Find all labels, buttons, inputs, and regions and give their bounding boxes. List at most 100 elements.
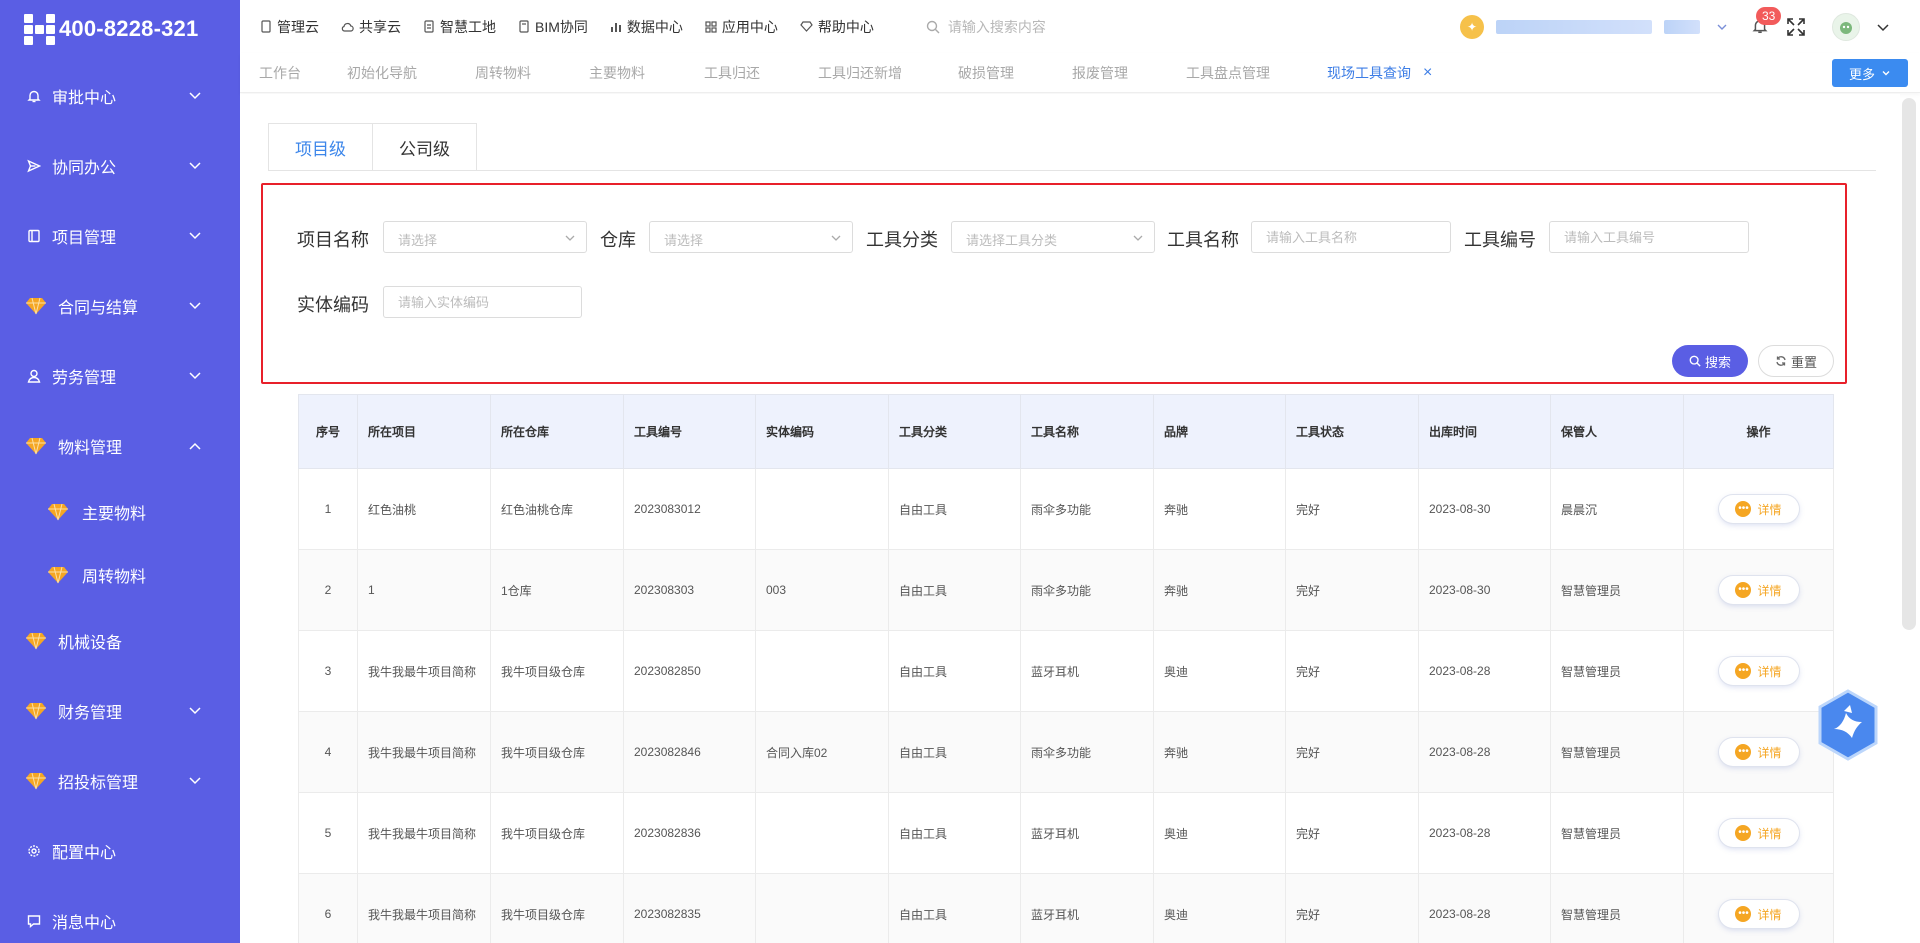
cell-actions: ••• 详情 xyxy=(1683,549,1834,631)
topnav-smart-site[interactable]: 智慧工地 xyxy=(423,17,496,37)
topnav-bim[interactable]: BIM协同 xyxy=(518,17,588,37)
file-icon xyxy=(519,20,529,33)
tool-name-input[interactable] xyxy=(1251,221,1451,253)
detail-button[interactable]: ••• 详情 xyxy=(1718,738,1799,766)
sidebar-item-project[interactable]: 项目管理 xyxy=(0,211,240,261)
entity-code-input[interactable] xyxy=(383,286,582,318)
cell-entity-code: 003 xyxy=(755,549,889,631)
cell-status: 完好 xyxy=(1285,468,1419,550)
chevron-down-icon xyxy=(189,92,201,100)
cell-project: 我牛我最牛项目简称 xyxy=(357,711,491,793)
sidebar-item-messages[interactable]: 消息中心 xyxy=(0,896,240,943)
project-name-select[interactable]: 请选择 xyxy=(383,221,587,253)
close-icon[interactable]: × xyxy=(1423,64,1432,82)
sidebar-item-config[interactable]: 配置中心 xyxy=(0,826,240,876)
logo[interactable]: 400-8228-321 xyxy=(0,0,240,58)
search-input[interactable] xyxy=(947,18,1148,35)
sidebar-item-labor[interactable]: 劳务管理 xyxy=(0,351,240,401)
cell-actions: ••• 详情 xyxy=(1683,873,1834,943)
detail-button[interactable]: ••• 详情 xyxy=(1718,819,1799,847)
tab-damage[interactable]: 破损管理 xyxy=(958,53,1014,93)
tab-tool-inventory[interactable]: 工具盘点管理 xyxy=(1186,53,1270,93)
logo-icon xyxy=(24,13,55,45)
tabs-divider xyxy=(268,170,1876,171)
topnav-data-center[interactable]: 数据中心 xyxy=(610,17,683,37)
tool-code-input[interactable] xyxy=(1549,221,1749,253)
fullscreen-icon[interactable] xyxy=(1786,17,1806,37)
scrollbar[interactable] xyxy=(1902,98,1916,630)
tool-name-label: 工具名称 xyxy=(1167,230,1239,250)
chevron-down-icon[interactable] xyxy=(1876,20,1890,34)
topnav-label: 共享云 xyxy=(359,18,401,35)
detail-button[interactable]: ••• 详情 xyxy=(1718,576,1799,604)
warehouse-select[interactable]: 请选择 xyxy=(649,221,853,253)
topnav-app-center[interactable]: 应用中心 xyxy=(705,17,778,37)
table-row: 4 我牛我最牛项目简称 我牛项目级仓库 2023082846 合同入库02 自由工具 雨伞多… xyxy=(298,711,1834,793)
col-header-tool-code: 工具编号 xyxy=(623,394,756,469)
col-header-keeper: 保管人 xyxy=(1550,394,1684,469)
more-dots-icon: ••• xyxy=(1735,663,1752,679)
cell-brand: 奔驰 xyxy=(1153,711,1286,793)
tab-turnover-materials[interactable]: 周转物料 xyxy=(475,53,531,93)
cloud-icon xyxy=(341,22,354,32)
search-icon xyxy=(1689,355,1701,367)
tab-main-materials[interactable]: 主要物料 xyxy=(589,53,645,93)
search-button[interactable]: 搜索 xyxy=(1672,345,1748,377)
cell-project: 1 xyxy=(357,549,491,631)
gem-icon xyxy=(26,702,46,720)
diamond-icon xyxy=(800,21,813,32)
tab-scrap[interactable]: 报废管理 xyxy=(1072,53,1128,93)
more-button[interactable]: 更多 xyxy=(1832,59,1908,87)
tab-company-level[interactable]: 公司级 xyxy=(373,123,477,171)
detail-button[interactable]: ••• 详情 xyxy=(1718,900,1799,928)
topnav-management-cloud[interactable]: 管理云 xyxy=(260,17,319,37)
reset-button-label: 重置 xyxy=(1790,354,1817,370)
assistant-bird-icon[interactable] xyxy=(1816,689,1880,761)
brand-phone: 400-8228-321 xyxy=(59,16,199,41)
sidebar-item-bidding[interactable]: 招投标管理 xyxy=(0,756,240,806)
sidebar-item-contract[interactable]: 合同与结算 xyxy=(0,281,240,331)
sidebar-subitem-turnover-materials[interactable]: 周转物料 xyxy=(0,550,240,600)
avatar[interactable] xyxy=(1832,13,1860,41)
chevron-down-icon[interactable] xyxy=(1716,21,1728,33)
cell-entity-code xyxy=(755,792,889,874)
table-header-row: 序号 所在项目 所在仓库 工具编号 实体编码 工具分类 工具名称 品牌 工具状态… xyxy=(298,394,1834,469)
sidebar-subitem-main-materials[interactable]: 主要物料 xyxy=(0,487,240,537)
user-role-redacted xyxy=(1664,20,1700,34)
tab-label: 报废管理 xyxy=(1072,65,1128,81)
gem-icon xyxy=(48,503,68,521)
user-area: ✦ 33 xyxy=(1460,0,1920,53)
tab-tool-return-add[interactable]: 工具归还新增 xyxy=(818,53,902,93)
detail-button[interactable]: ••• 详情 xyxy=(1718,495,1799,523)
tab-site-tool-query[interactable]: 现场工具查询 × xyxy=(1327,53,1432,93)
tool-category-select[interactable]: 请选择工具分类 xyxy=(951,221,1155,253)
sidebar-item-materials[interactable]: 物料管理 xyxy=(0,421,240,471)
gem-icon xyxy=(26,297,46,315)
tab-tool-return[interactable]: 工具归还 xyxy=(704,53,760,93)
book-icon xyxy=(26,228,42,244)
col-header-category: 工具分类 xyxy=(888,394,1021,469)
cell-status: 完好 xyxy=(1285,711,1419,793)
cell-out-date: 2023-08-30 xyxy=(1418,549,1551,631)
reset-button[interactable]: 重置 xyxy=(1758,345,1834,377)
detail-button[interactable]: ••• 详情 xyxy=(1718,657,1799,685)
coin-icon[interactable]: ✦ xyxy=(1460,15,1484,39)
topnav-help-center[interactable]: 帮助中心 xyxy=(800,17,874,37)
cell-warehouse: 我牛项目级仓库 xyxy=(490,792,624,874)
tab-init-nav[interactable]: 初始化导航 xyxy=(347,53,417,93)
sidebar-item-approval[interactable]: 审批中心 xyxy=(0,71,240,121)
sidebar-item-collab[interactable]: 协同办公 xyxy=(0,141,240,191)
tab-project-level[interactable]: 项目级 xyxy=(268,123,373,171)
tab-workbench[interactable]: 工作台 xyxy=(259,53,301,93)
chevron-up-icon xyxy=(189,442,201,450)
topnav-label: 智慧工地 xyxy=(440,18,496,35)
cell-actions: ••• 详情 xyxy=(1683,792,1834,874)
detail-label: 详情 xyxy=(1757,583,1782,598)
tab-label: 工具盘点管理 xyxy=(1186,65,1270,81)
tab-label: 初始化导航 xyxy=(347,65,417,81)
detail-label: 详情 xyxy=(1757,664,1782,679)
sidebar-item-finance[interactable]: 财务管理 xyxy=(0,686,240,736)
more-dots-icon: ••• xyxy=(1735,501,1752,517)
sidebar-item-machinery[interactable]: 机械设备 xyxy=(0,616,240,666)
topnav-shared-cloud[interactable]: 共享云 xyxy=(341,17,401,37)
